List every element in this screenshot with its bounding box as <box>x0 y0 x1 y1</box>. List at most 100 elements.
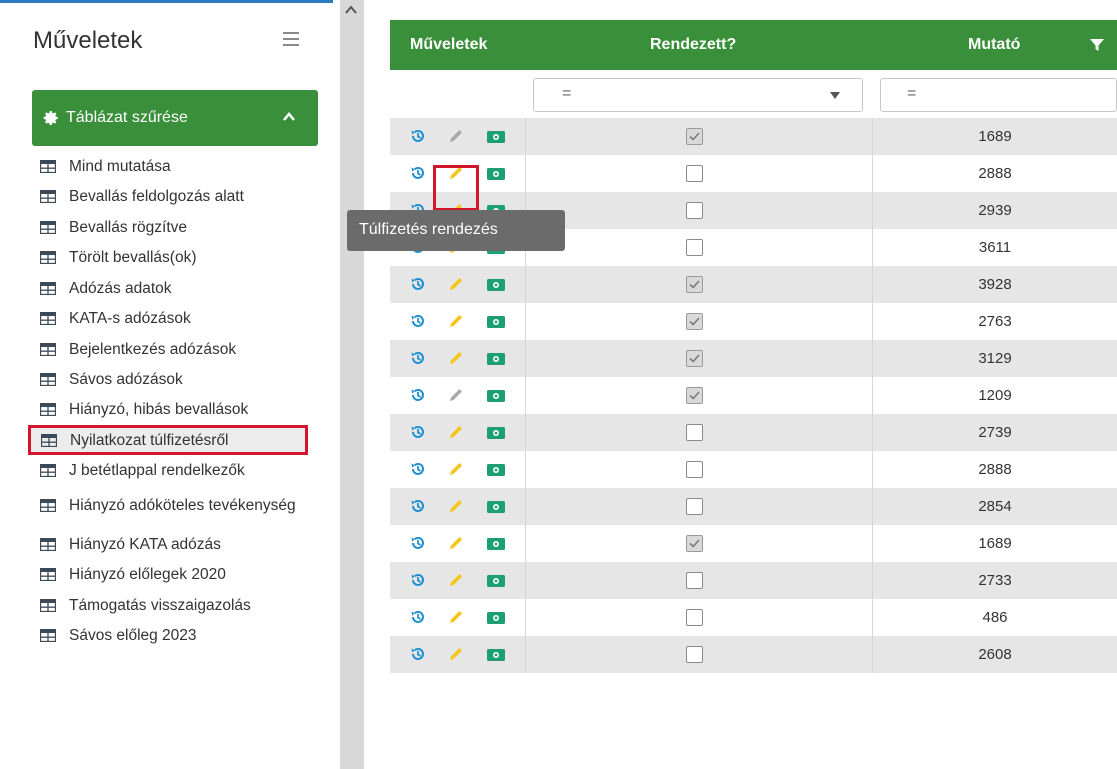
sidebar-item-11[interactable]: J betétlappal rendelkezők <box>30 455 318 485</box>
pencil-icon[interactable] <box>448 350 464 366</box>
pencil-icon[interactable] <box>448 461 464 477</box>
history-icon[interactable] <box>410 498 426 514</box>
rendezett-checkbox[interactable] <box>686 646 703 663</box>
history-icon[interactable] <box>410 276 426 292</box>
rendezett-cell <box>525 562 872 599</box>
table-row: 2739 <box>390 414 1117 451</box>
pencil-icon[interactable] <box>448 276 464 292</box>
checkmark-icon <box>689 391 700 400</box>
money-icon[interactable] <box>487 463 505 477</box>
rendezett-cell <box>525 118 872 155</box>
history-icon[interactable] <box>410 535 426 551</box>
money-icon[interactable] <box>487 389 505 403</box>
sidebar-item-2[interactable]: Bevallás feldolgozás alatt <box>30 181 318 211</box>
pencil-icon[interactable] <box>448 535 464 551</box>
rendezett-checkbox[interactable] <box>686 350 703 367</box>
money-icon[interactable] <box>487 426 505 440</box>
table-row: 3928 <box>390 266 1117 303</box>
sidebar-item-16[interactable]: Sávos előleg 2023 <box>30 620 318 650</box>
rendezett-checkbox[interactable] <box>686 535 703 552</box>
money-icon[interactable] <box>487 352 505 366</box>
sidebar-item-9[interactable]: Hiányzó, hibás bevallások <box>30 394 318 424</box>
rendezett-checkbox[interactable] <box>686 128 703 145</box>
funnel-icon[interactable] <box>1090 38 1104 52</box>
column-header-rendezett[interactable]: Rendezett? <box>650 36 736 54</box>
sidebar-item-6[interactable]: KATA-s adózások <box>30 303 318 333</box>
mutato-value: 1689 <box>978 128 1012 145</box>
sidebar-item-3[interactable]: Bevallás rögzítve <box>30 212 318 242</box>
sidebar-item-14[interactable]: Hiányzó előlegek 2020 <box>30 559 318 589</box>
sidebar-item-4[interactable]: Törölt bevallás(ok) <box>30 242 318 272</box>
sidebar-item-5[interactable]: Adózás adatok <box>30 273 318 303</box>
history-icon[interactable] <box>410 461 426 477</box>
rendezett-checkbox[interactable] <box>686 461 703 478</box>
table-filter-toggle-button[interactable]: Táblázat szűrése <box>32 90 318 146</box>
rendezett-checkbox[interactable] <box>686 609 703 626</box>
history-icon[interactable] <box>410 350 426 366</box>
scroll-up-icon[interactable] <box>344 4 358 16</box>
history-icon[interactable] <box>410 424 426 440</box>
money-icon[interactable] <box>487 130 505 144</box>
checkmark-icon <box>689 539 700 548</box>
row-actions <box>390 303 525 340</box>
rendezett-checkbox[interactable] <box>686 202 703 219</box>
table-icon <box>40 342 56 356</box>
money-icon[interactable] <box>487 611 505 625</box>
hamburger-menu-icon[interactable] <box>283 29 305 49</box>
row-actions <box>390 266 525 303</box>
rendezett-checkbox[interactable] <box>686 165 703 182</box>
sidebar-item-1[interactable]: Mind mutatása <box>30 151 318 181</box>
pencil-icon[interactable] <box>448 313 464 329</box>
rendezett-checkbox[interactable] <box>686 387 703 404</box>
pencil-icon[interactable] <box>448 572 464 588</box>
tooltip: Túlfizetés rendezés <box>347 210 565 251</box>
money-icon[interactable] <box>487 315 505 329</box>
sidebar-item-7[interactable]: Bejelentkezés adózások <box>30 334 318 364</box>
rendezett-checkbox[interactable] <box>686 572 703 589</box>
money-icon[interactable] <box>487 500 505 514</box>
pencil-icon[interactable] <box>448 609 464 625</box>
sidebar-item-13[interactable]: Hiányzó KATA adózás <box>30 529 318 559</box>
history-icon[interactable] <box>410 646 426 662</box>
history-icon[interactable] <box>410 128 426 144</box>
pencil-icon[interactable] <box>448 498 464 514</box>
rendezett-filter-value: = <box>562 85 572 102</box>
mutato-filter-input[interactable]: = <box>880 78 1117 112</box>
rendezett-checkbox[interactable] <box>686 239 703 256</box>
rendezett-filter-select[interactable]: = <box>533 78 863 112</box>
history-icon[interactable] <box>410 572 426 588</box>
rendezett-checkbox[interactable] <box>686 424 703 441</box>
pencil-icon[interactable] <box>448 646 464 662</box>
history-icon[interactable] <box>410 609 426 625</box>
column-header-mutato[interactable]: Mutató <box>968 36 1020 54</box>
rendezett-checkbox[interactable] <box>686 498 703 515</box>
table-icon <box>40 537 56 551</box>
table-row: 1689 <box>390 525 1117 562</box>
rendezett-cell <box>525 340 872 377</box>
money-icon[interactable] <box>487 167 505 181</box>
money-icon[interactable] <box>487 537 505 551</box>
table-icon <box>40 463 56 477</box>
sidebar-item-8[interactable]: Sávos adózások <box>30 364 318 394</box>
sidebar-item-12[interactable]: Hiányzó adóköteles tevékenység <box>30 483 318 527</box>
history-icon[interactable] <box>410 387 426 403</box>
table-icon <box>40 189 56 203</box>
sidebar-item-nyilatkozat-tulfizetesrol[interactable]: Nyilatkozat túlfizetésről <box>28 425 308 455</box>
sidebar-item-label: Hiányzó adóköteles tevékenység <box>69 496 296 514</box>
row-actions <box>390 525 525 562</box>
column-header-muveletek[interactable]: Műveletek <box>410 36 487 54</box>
rendezett-checkbox[interactable] <box>686 276 703 293</box>
history-icon[interactable] <box>410 165 426 181</box>
sidebar-item-15[interactable]: Támogatás visszaigazolás <box>30 590 318 620</box>
history-icon[interactable] <box>410 313 426 329</box>
money-icon[interactable] <box>487 574 505 588</box>
table-row: 2733 <box>390 562 1117 599</box>
mutato-cell: 2739 <box>872 414 1117 451</box>
money-icon[interactable] <box>487 278 505 292</box>
pencil-icon[interactable] <box>448 424 464 440</box>
panel-divider[interactable] <box>340 0 364 769</box>
money-icon[interactable] <box>487 648 505 662</box>
rendezett-checkbox[interactable] <box>686 313 703 330</box>
mutato-cell: 1209 <box>872 377 1117 414</box>
edit-button-highlight <box>433 165 479 211</box>
